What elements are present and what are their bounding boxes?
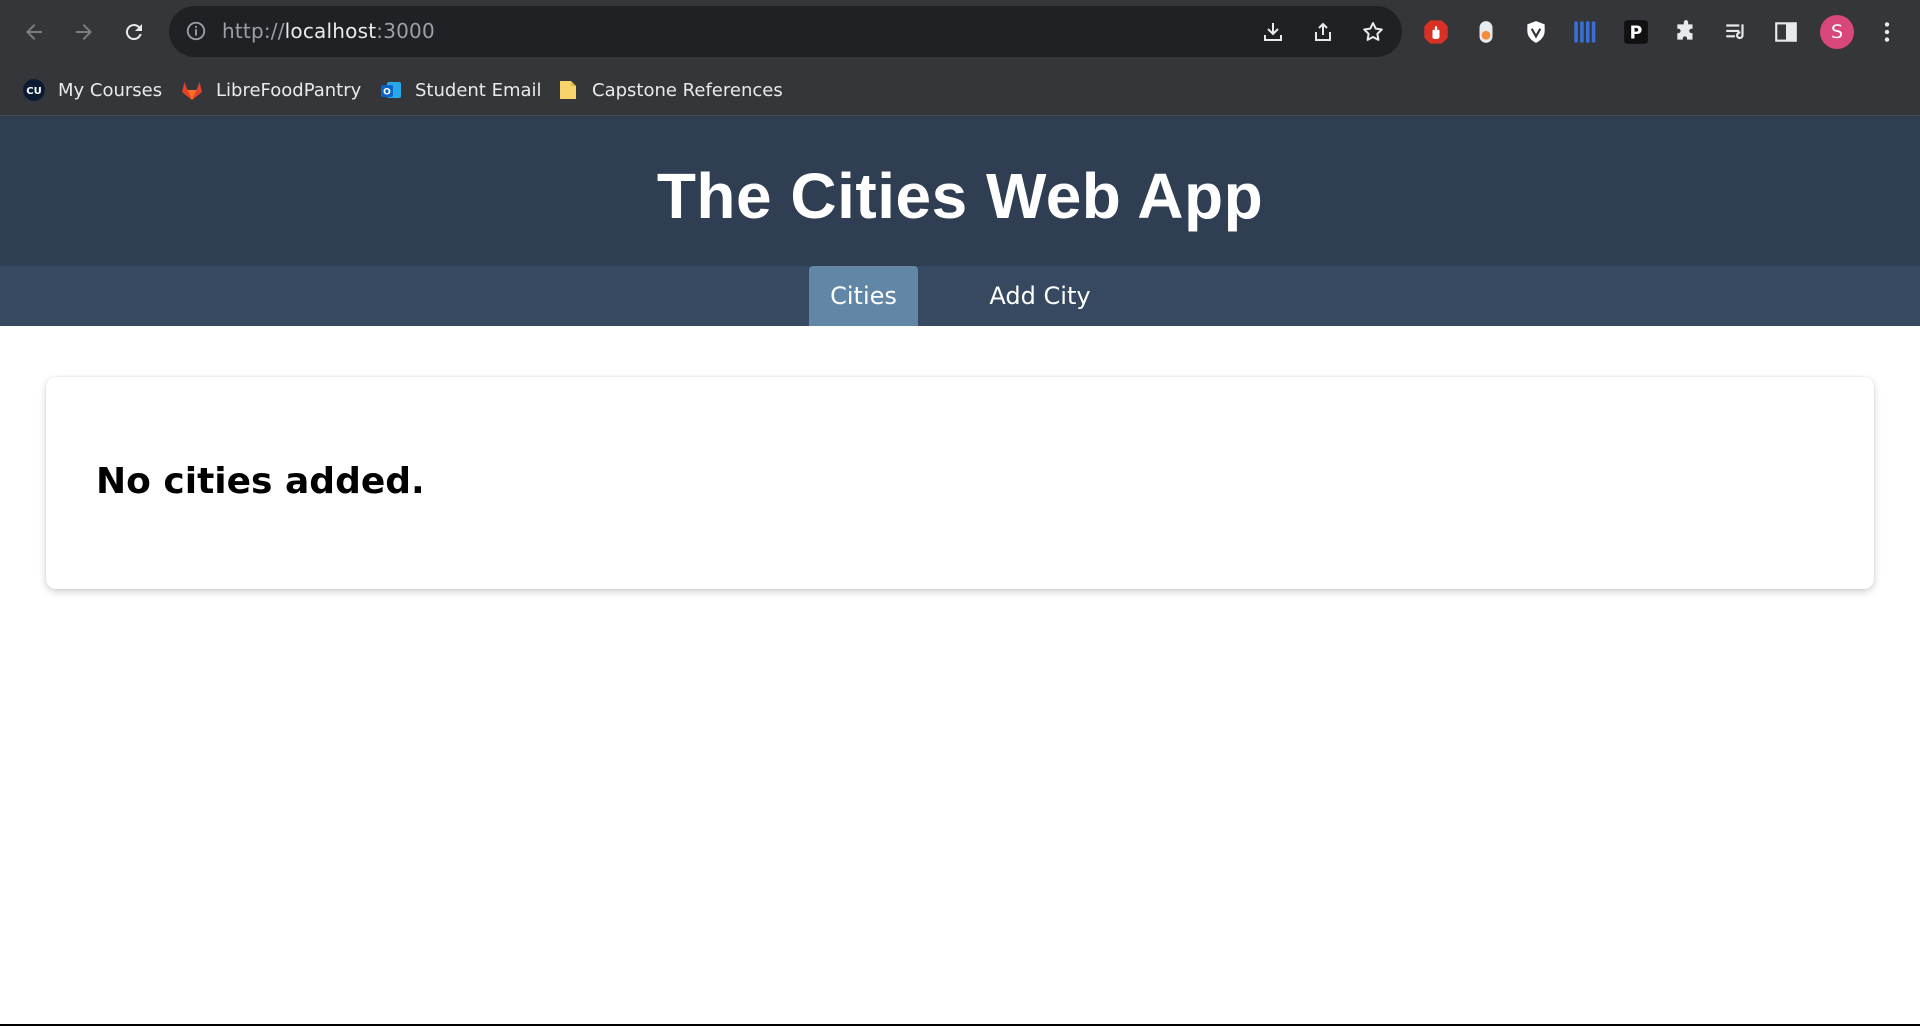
p-extension[interactable]: P — [1621, 17, 1651, 47]
share-button[interactable] — [1309, 18, 1337, 46]
forward-button[interactable] — [64, 12, 104, 52]
bookmark-label: Student Email — [415, 79, 542, 101]
side-panel-button[interactable] — [1771, 17, 1801, 47]
forward-arrow-icon — [76, 24, 92, 40]
cu-icon: CU — [22, 78, 46, 102]
svg-text:CU: CU — [26, 86, 41, 97]
browser-menu-button[interactable] — [1872, 17, 1902, 47]
install-app-button[interactable] — [1259, 18, 1287, 46]
address-bar[interactable]: http://localhost:3000 — [169, 6, 1402, 57]
bars-icon — [1574, 21, 1596, 43]
adblock-icon — [1424, 20, 1448, 44]
back-button[interactable] — [14, 12, 54, 52]
bookmark-label: LibreFoodPantry — [216, 79, 362, 101]
back-arrow-icon — [26, 24, 42, 40]
nav-tab-add-city[interactable]: Add City — [970, 266, 1110, 326]
reload-icon — [125, 24, 142, 41]
share-icon — [1315, 22, 1331, 41]
shield-extension[interactable] — [1521, 17, 1551, 47]
url-scheme: http:// — [222, 19, 285, 43]
reading-list-button[interactable] — [1721, 17, 1751, 47]
gitlab-icon — [180, 78, 204, 102]
adblock-extension[interactable] — [1421, 17, 1451, 47]
bookmark-librefoodpantry[interactable]: LibreFoodPantry — [180, 74, 361, 106]
shield-icon — [1527, 21, 1545, 43]
profile-avatar[interactable]: S — [1820, 15, 1854, 49]
kebab-menu-icon — [1884, 22, 1890, 42]
folder-icon — [556, 78, 580, 102]
p-icon: P — [1624, 20, 1648, 44]
side-panel-icon — [1775, 22, 1797, 42]
extension-orange-icon — [1479, 21, 1493, 43]
url-port: :3000 — [376, 19, 435, 43]
star-icon — [1363, 22, 1383, 41]
url-host: localhost — [284, 19, 377, 43]
puzzle-icon — [1677, 20, 1693, 40]
reload-button[interactable] — [114, 12, 154, 52]
site-info-icon[interactable] — [185, 20, 207, 42]
page-title: The Cities Web App — [656, 160, 1264, 232]
bookmark-my-courses[interactable]: CU My Courses — [22, 74, 162, 106]
bookmark-label: Capstone References — [592, 79, 783, 101]
reading-list-icon — [1726, 24, 1744, 40]
extensions-button[interactable] — [1671, 17, 1701, 47]
install-icon — [1264, 23, 1282, 41]
app-nav: Cities Add City — [0, 266, 1920, 326]
empty-state-message: No cities added. — [96, 461, 425, 502]
bookmark-student-email[interactable]: O Student Email — [379, 74, 542, 106]
svg-text:O: O — [383, 88, 391, 98]
bookmark-star-button[interactable] — [1359, 18, 1387, 46]
url-text[interactable]: http://localhost:3000 — [222, 19, 435, 43]
svg-text:P: P — [1630, 24, 1643, 44]
nav-tab-cities[interactable]: Cities — [809, 266, 918, 326]
bookmark-label: My Courses — [58, 79, 163, 101]
browser-toolbar: http://localhost:3000 P S — [0, 0, 1920, 64]
orange-extension[interactable] — [1471, 17, 1501, 47]
app-header: The Cities Web App — [0, 116, 1920, 266]
cities-card: No cities added. — [46, 377, 1874, 589]
outlook-icon: O — [379, 78, 403, 102]
bars-extension[interactable] — [1571, 17, 1601, 47]
bookmarks-bar: CU My Courses LibreFoodPantry O Student … — [0, 64, 1920, 116]
avatar-letter: S — [1830, 21, 1844, 43]
bookmark-capstone-references[interactable]: Capstone References — [556, 74, 783, 106]
